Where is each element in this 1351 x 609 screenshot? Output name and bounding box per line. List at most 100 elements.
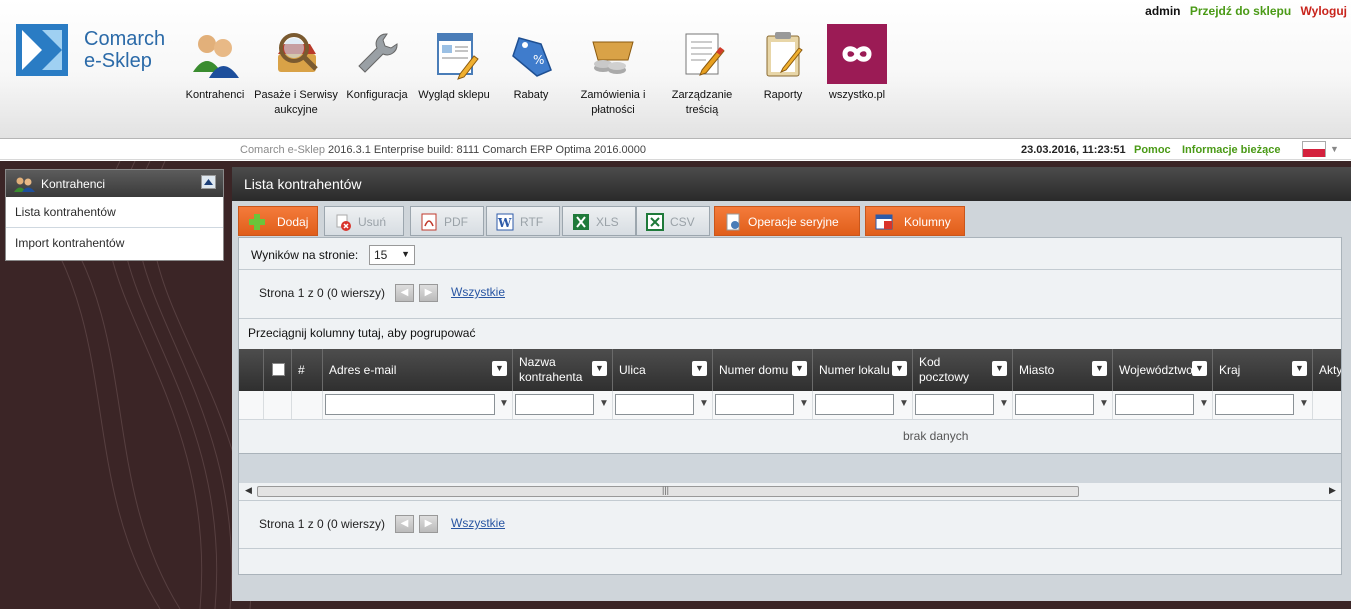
logo-line1: Comarch	[84, 28, 166, 50]
per-page-label: Wyników na stronie:	[251, 248, 359, 262]
nav-zamowienia[interactable]: Zamówienia i płatności	[577, 24, 649, 118]
news-link[interactable]: Informacje bieżące	[1182, 144, 1280, 156]
house-number-filter-input[interactable]	[715, 394, 794, 415]
city-filter-input[interactable]	[1015, 394, 1094, 415]
layout-pencil-icon	[424, 24, 484, 84]
show-all-link[interactable]: Wszystkie	[451, 285, 505, 299]
filter-icon[interactable]: ▼	[699, 398, 709, 409]
column-email[interactable]: Adres e-mail ▼	[322, 349, 512, 391]
filter-icon[interactable]: ▼	[1099, 398, 1109, 409]
comarch-logo[interactable]: Comarch e-Sklep	[16, 24, 186, 78]
nav-rabaty[interactable]: % Rabaty	[503, 24, 559, 103]
nav-kontrahenci[interactable]: Kontrahenci	[183, 24, 247, 103]
column-filter-icon[interactable]: ▼	[1092, 361, 1107, 376]
filter-icon[interactable]: ▼	[899, 398, 909, 409]
users-icon	[185, 24, 245, 84]
column-filter-icon[interactable]: ▼	[792, 361, 807, 376]
language-flag-icon[interactable]	[1302, 141, 1326, 157]
nav-raporty[interactable]: Raporty	[753, 24, 813, 103]
column-province[interactable]: Województwo ▼	[1112, 349, 1212, 391]
product-name: Comarch e-Sklep	[240, 144, 325, 156]
select-all-checkbox[interactable]	[272, 363, 285, 376]
column-house-number[interactable]: Numer domu ▼	[712, 349, 812, 391]
column-filter-icon[interactable]: ▼	[1292, 361, 1307, 376]
group-by-hint: Przeciągnij kolumny tutaj, aby pogrupowa…	[248, 326, 476, 340]
columns-button[interactable]: Kolumny	[865, 206, 965, 236]
svg-text:%: %	[533, 53, 544, 67]
export-csv-button[interactable]: CSV	[636, 206, 710, 236]
nav-wyglad-sklepu[interactable]: Wygląd sklepu	[417, 24, 491, 103]
column-filter-icon[interactable]: ▼	[1192, 361, 1207, 376]
clipboard-icon	[753, 24, 813, 84]
filter-icon[interactable]: ▼	[499, 398, 509, 409]
next-page-button[interactable]: ▶	[419, 515, 438, 533]
current-datetime: 23.03.2016, 11:23:51	[1021, 144, 1126, 156]
chevron-down-icon[interactable]: ▼	[1330, 144, 1339, 154]
nav-pasaze[interactable]: Pasaże i Serwisy aukcyjne	[250, 24, 342, 118]
street-filter-input[interactable]	[615, 394, 694, 415]
column-filter-icon[interactable]: ▼	[892, 361, 907, 376]
select-all-cell	[263, 349, 291, 391]
column-city[interactable]: Miasto ▼	[1012, 349, 1112, 391]
document-pencil-icon	[672, 24, 732, 84]
filter-icon[interactable]: ▼	[599, 398, 609, 409]
column-active[interactable]: Akty	[1312, 349, 1341, 391]
prev-page-button[interactable]: ◀	[395, 515, 414, 533]
rtf-icon: W	[496, 213, 514, 231]
scroll-right-icon[interactable]: ▶	[1329, 485, 1336, 496]
column-country[interactable]: Kraj ▼	[1212, 349, 1312, 391]
sidebar-item-lista-kontrahentow[interactable]: Lista kontrahentów	[6, 197, 223, 228]
columns-icon	[875, 214, 893, 230]
cart-coins-icon	[583, 24, 643, 84]
column-postal-code[interactable]: Kod pocztowy ▼	[912, 349, 1012, 391]
column-apartment-number[interactable]: Numer lokalu ▼	[812, 349, 912, 391]
name-filter-input[interactable]	[515, 394, 594, 415]
filter-icon[interactable]: ▼	[999, 398, 1009, 409]
scroll-left-icon[interactable]: ◀	[245, 485, 252, 496]
excel-icon	[573, 214, 589, 230]
export-pdf-button[interactable]: PDF	[410, 206, 484, 236]
postal-code-filter-input[interactable]	[915, 394, 994, 415]
help-link[interactable]: Pomoc	[1134, 144, 1171, 156]
column-hash: #	[291, 349, 322, 391]
nav-konfiguracja[interactable]: Konfiguracja	[344, 24, 410, 103]
pdf-icon	[421, 213, 437, 231]
goto-shop-link[interactable]: Przejdź do sklepu	[1190, 4, 1291, 18]
apartment-number-filter-input[interactable]	[815, 394, 894, 415]
province-filter-input[interactable]	[1115, 394, 1194, 415]
column-filter-icon[interactable]: ▼	[692, 361, 707, 376]
next-page-button[interactable]: ▶	[419, 284, 438, 302]
scrollbar-thumb[interactable]: |||	[257, 485, 1079, 497]
per-page-select[interactable]: 15 ▼	[369, 245, 415, 265]
filter-icon[interactable]: ▼	[1199, 398, 1209, 409]
email-filter-input[interactable]	[325, 394, 495, 415]
column-name[interactable]: Nazwa kontrahenta ▼	[512, 349, 612, 391]
pager-text: Strona 1 z 0 (0 wierszy)	[259, 286, 386, 300]
svg-text:W: W	[497, 216, 512, 230]
export-xls-button[interactable]: XLS	[562, 206, 636, 236]
filter-icon[interactable]: ▼	[1299, 398, 1309, 409]
column-filter-icon[interactable]: ▼	[992, 361, 1007, 376]
bulk-operations-button[interactable]: Operacje seryjne	[714, 206, 860, 236]
horizontal-scrollbar[interactable]: ◀ ||| ▶	[239, 483, 1341, 500]
export-rtf-button[interactable]: W RTF	[486, 206, 560, 236]
column-street[interactable]: Ulica ▼	[612, 349, 712, 391]
prev-page-button[interactable]: ◀	[395, 284, 414, 302]
users-icon	[14, 176, 36, 195]
delete-button[interactable]: Usuń	[324, 206, 404, 236]
country-filter-input[interactable]	[1215, 394, 1294, 415]
collapse-button[interactable]	[201, 175, 216, 189]
logout-link[interactable]: Wyloguj	[1301, 4, 1347, 18]
column-filter-icon[interactable]: ▼	[592, 361, 607, 376]
show-all-link[interactable]: Wszystkie	[451, 516, 505, 530]
filter-icon[interactable]: ▼	[799, 398, 809, 409]
column-filter-icon[interactable]: ▼	[492, 361, 507, 376]
chevron-down-icon: ▼	[401, 249, 410, 259]
add-button[interactable]: Dodaj	[238, 206, 318, 236]
nav-wszystko-pl[interactable]: wszystko.pl	[825, 24, 889, 103]
version-text: 2016.3.1 Enterprise build: 8111 Comarch …	[328, 144, 647, 156]
delete-icon	[336, 214, 351, 231]
nav-zarzadzanie-trescia[interactable]: Zarządzanie treścią	[667, 24, 737, 118]
chevron-up-icon	[204, 179, 213, 185]
sidebar-item-import-kontrahentow[interactable]: Import kontrahentów	[6, 228, 223, 259]
